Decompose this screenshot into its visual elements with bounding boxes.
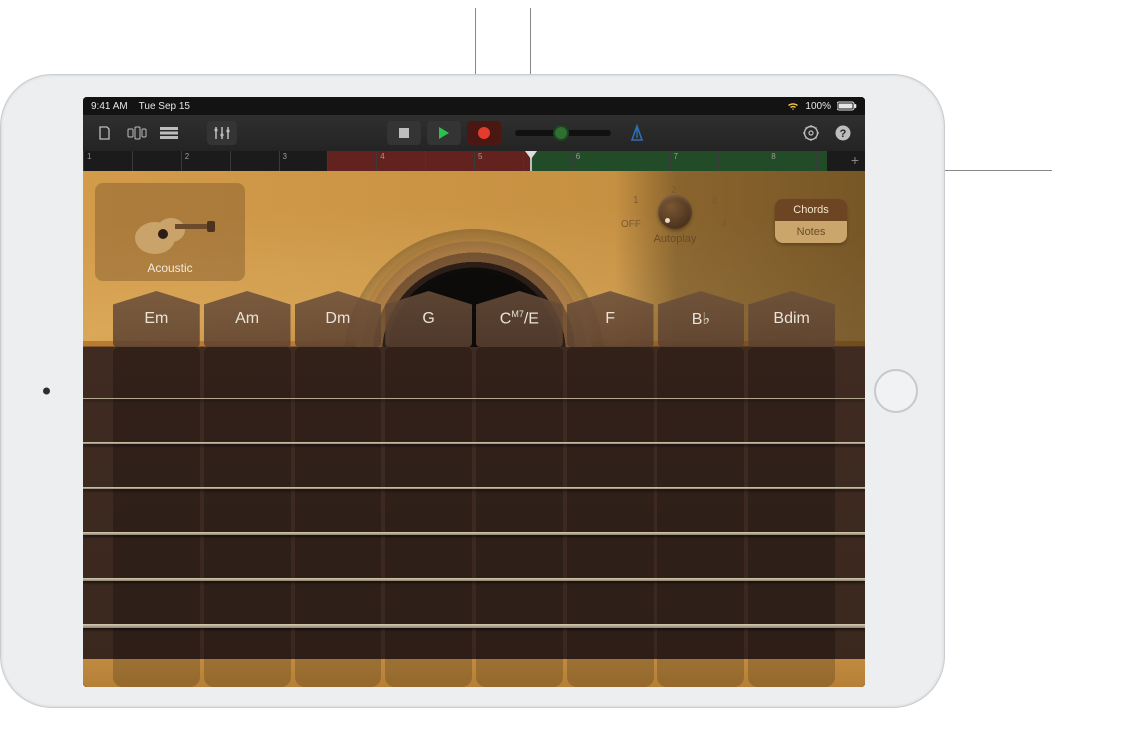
stop-icon	[399, 128, 409, 138]
battery-icon	[837, 101, 857, 111]
chord-label: G	[422, 310, 434, 328]
autoplay-label: Autoplay	[625, 233, 725, 245]
fretboard	[83, 347, 865, 687]
screen: 9:41 AM Tue Sep 15 100%	[83, 97, 865, 687]
play-button[interactable]	[427, 121, 461, 145]
stop-button[interactable]	[387, 121, 421, 145]
settings-button[interactable]	[799, 121, 823, 145]
autoplay-control: OFF 1 2 3 4 Autoplay	[625, 195, 725, 245]
transport-controls	[387, 121, 501, 145]
front-camera	[43, 388, 50, 395]
chord-label: Dm	[325, 310, 350, 328]
chord-column-cap	[748, 659, 835, 687]
my-songs-button[interactable]	[93, 121, 117, 145]
instrument-picker[interactable]: Acoustic	[95, 183, 245, 281]
measure-label: 7	[674, 152, 678, 161]
track-controls-button[interactable]	[207, 121, 237, 145]
tracks-view-button[interactable]	[157, 121, 181, 145]
string-5[interactable]	[83, 578, 865, 581]
notes-mode-button[interactable]: Notes	[775, 221, 847, 243]
measure-label: 1	[87, 152, 91, 161]
notes-label: Notes	[797, 226, 826, 238]
chord-f[interactable]: F	[567, 291, 654, 347]
measure-label: 3	[283, 152, 287, 161]
chord-column-cap	[567, 659, 654, 687]
chord-column-cap	[657, 659, 744, 687]
ipad-frame: 9:41 AM Tue Sep 15 100%	[0, 74, 945, 708]
autoplay-knob[interactable]	[658, 195, 692, 229]
measure-label: 2	[185, 152, 189, 161]
svg-text:?: ?	[840, 128, 847, 140]
instrument-area: Acoustic OFF 1 2 3 4 Autoplay Chords	[83, 171, 865, 687]
chord-strip: Em Am Dm G CM7/E F B♭ Bdim	[83, 291, 865, 347]
record-icon	[478, 127, 490, 139]
metronome-button[interactable]	[625, 121, 649, 145]
acoustic-guitar-icon	[125, 204, 215, 261]
chord-bdim[interactable]: Bdim	[748, 291, 835, 347]
chord-column-cap	[476, 659, 563, 687]
chords-label: Chords	[793, 204, 828, 216]
autoplay-tick-3: 3	[711, 195, 717, 206]
measure-label: 8	[771, 152, 775, 161]
chord-g[interactable]: G	[385, 291, 472, 347]
browser-button[interactable]	[125, 121, 149, 145]
status-bar: 9:41 AM Tue Sep 15 100%	[83, 97, 865, 115]
chord-label: Bdim	[773, 310, 809, 328]
play-icon	[439, 127, 449, 139]
string-6[interactable]	[83, 624, 865, 628]
home-button[interactable]	[874, 369, 918, 413]
wifi-icon	[787, 101, 799, 111]
battery-pct: 100%	[805, 101, 831, 112]
autoplay-tick-off: OFF	[621, 219, 641, 230]
status-date-value: Tue Sep 15	[139, 101, 190, 112]
string-4[interactable]	[83, 532, 865, 535]
chords-mode-button[interactable]: Chords	[775, 199, 847, 221]
chord-label: B♭	[692, 309, 710, 329]
record-button[interactable]	[467, 121, 501, 145]
chord-em[interactable]: Em	[113, 291, 200, 347]
chord-am[interactable]: Am	[204, 291, 291, 347]
measure-label: 6	[576, 152, 580, 161]
chord-column-cap	[295, 659, 382, 687]
instrument-name-label: Acoustic	[147, 261, 192, 275]
status-time-value: 9:41 AM	[91, 101, 128, 112]
measure-label: 5	[478, 152, 482, 161]
strings[interactable]	[83, 347, 865, 687]
chord-b[interactable]: B♭	[658, 291, 745, 347]
measure-label: 4	[380, 152, 384, 161]
chord-label: Am	[235, 310, 259, 328]
slider-thumb[interactable]	[553, 125, 569, 141]
chord-cm7e[interactable]: CM7/E	[476, 291, 563, 347]
chord-column-cap	[204, 659, 291, 687]
chord-column-cap	[113, 659, 200, 687]
chord-column-cap	[385, 659, 472, 687]
autoplay-tick-1: 1	[633, 195, 639, 206]
status-time: 9:41 AM Tue Sep 15	[91, 101, 190, 112]
help-button[interactable]: ?	[831, 121, 855, 145]
chord-dm[interactable]: Dm	[295, 291, 382, 347]
chord-label: F	[605, 310, 615, 328]
string-2[interactable]	[83, 442, 865, 444]
chord-label: CM7/E	[500, 309, 539, 328]
timeline-ruler[interactable]: + 1 2 3 4 5 6 7 8	[83, 151, 865, 171]
string-3[interactable]	[83, 487, 865, 489]
chord-label: Em	[144, 310, 168, 328]
autoplay-tick-4: 4	[721, 219, 727, 230]
string-1[interactable]	[83, 398, 865, 399]
app-toolbar: ?	[83, 115, 865, 151]
chords-notes-toggle: Chords Notes	[775, 199, 847, 243]
master-volume-slider[interactable]	[515, 130, 611, 136]
